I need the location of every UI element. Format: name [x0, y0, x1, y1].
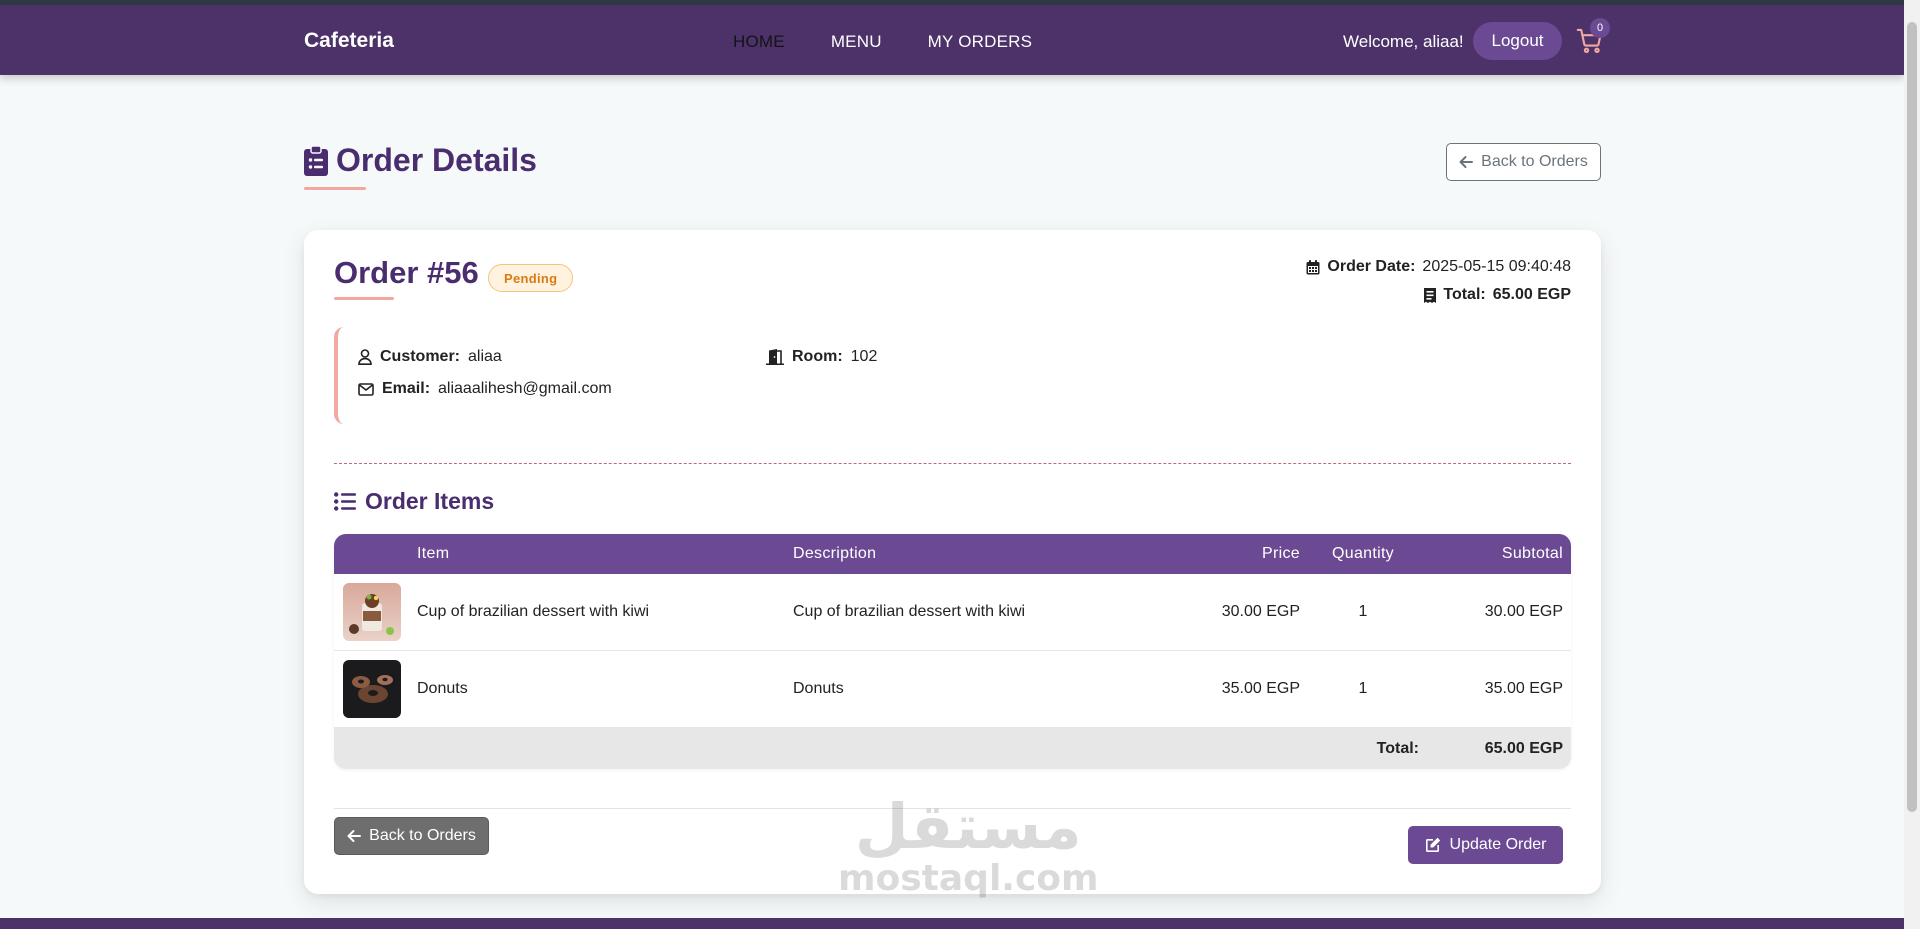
column-header-description: Description: [793, 545, 877, 562]
watermark-arabic: مستقل: [854, 790, 1082, 863]
item-description: Cup of brazilian dessert with kiwi: [793, 603, 1026, 620]
back-to-orders-bottom-button[interactable]: Back to Orders: [334, 817, 489, 855]
footer: [0, 918, 1904, 929]
order-number: Order #56: [334, 255, 479, 290]
back-to-orders-bottom-label: Back to Orders: [369, 827, 476, 844]
room-label: Room:: [792, 348, 843, 365]
item-name: Donuts: [417, 680, 468, 697]
page-header: Order Details: [304, 142, 537, 179]
back-to-orders-label: Back to Orders: [1481, 153, 1588, 170]
email-row: Email: aliaaalihesh@gmail.com: [358, 380, 612, 398]
calendar-icon: [1306, 259, 1320, 274]
item-price: 35.00 EGP: [1221, 680, 1300, 697]
section-divider: [334, 463, 1571, 464]
room-row: Room: 102: [766, 348, 877, 366]
back-to-orders-button[interactable]: Back to Orders: [1446, 143, 1601, 181]
column-header-quantity: Quantity: [1332, 545, 1394, 562]
nav-menu[interactable]: MENU: [831, 32, 882, 52]
order-date-row: Order Date: 2025-05-15 09:40:48: [1306, 253, 1571, 281]
arrow-left-icon: [347, 830, 362, 842]
clipboard-list-icon: [304, 145, 328, 176]
scrollbar[interactable]: [1904, 0, 1920, 929]
arrow-left-icon: [1459, 156, 1474, 168]
title-underline: [304, 187, 366, 190]
update-order-label: Update Order: [1449, 836, 1547, 853]
order-date-value: 2025-05-15 09:40:48: [1422, 258, 1571, 275]
order-meta: Order Date: 2025-05-15 09:40:48 Total: 6…: [1306, 253, 1571, 309]
list-icon: [334, 492, 356, 511]
brand-logo[interactable]: Cafeteria: [304, 29, 394, 53]
update-order-button[interactable]: Update Order: [1408, 826, 1563, 864]
table-row: Donuts Donuts 35.00 EGP 1 35.00 EGP: [334, 651, 1571, 728]
nav-home[interactable]: HOME: [733, 32, 785, 52]
column-header-price: Price: [1262, 545, 1300, 562]
email-value: aliaaalihesh@gmail.com: [438, 380, 612, 397]
item-quantity: 1: [1358, 680, 1368, 697]
item-subtotal: 30.00 EGP: [1484, 603, 1563, 620]
item-subtotal: 35.00 EGP: [1484, 680, 1563, 697]
order-total-row: Total: 65.00 EGP: [1306, 281, 1571, 309]
door-open-icon: [766, 349, 784, 365]
table-row: Cup of brazilian dessert with kiwi Cup o…: [334, 574, 1571, 651]
logout-button[interactable]: Logout: [1473, 22, 1562, 60]
watermark-latin: mostaql.com: [838, 858, 1099, 899]
item-description: Donuts: [793, 680, 844, 697]
dessert-product-image: [343, 583, 401, 641]
customer-label: Customer:: [380, 348, 461, 365]
item-price: 30.00 EGP: [1221, 603, 1300, 620]
table-total-row: Total: 65.00 EGP: [334, 728, 1571, 769]
column-header-subtotal: Subtotal: [1501, 545, 1563, 562]
navbar: Cafeteria HOME MENU MY ORDERS Welcome, a…: [0, 5, 1904, 75]
room-value: 102: [850, 348, 878, 365]
status-badge: Pending: [488, 264, 574, 292]
cart-count-badge: 0: [1590, 18, 1610, 38]
table-total-label: Total:: [1376, 740, 1419, 757]
envelope-icon: [358, 382, 374, 396]
welcome-text: Welcome, aliaa!: [1343, 32, 1464, 51]
order-total-label: Total:: [1443, 286, 1486, 303]
receipt-icon: [1424, 287, 1437, 303]
mostaql-watermark: مستقل mostaql.com: [838, 795, 1099, 899]
email-label: Email:: [382, 380, 431, 397]
column-header-item: Item: [417, 545, 450, 562]
page-title: Order Details: [336, 142, 537, 178]
order-items-table: Item Description Price Quantity Subtotal: [334, 534, 1571, 769]
order-items-title: Order Items: [365, 488, 495, 514]
order-total-value: 65.00 EGP: [1492, 286, 1571, 303]
item-name: Cup of brazilian dessert with kiwi: [417, 603, 650, 620]
customer-info: Customer: aliaa Email: aliaaalihesh@gmai…: [334, 327, 1014, 424]
nav-my-orders[interactable]: MY ORDERS: [928, 32, 1032, 52]
item-quantity: 1: [1358, 603, 1368, 620]
order-items-heading: Order Items: [334, 488, 494, 515]
customer-value: aliaa: [468, 348, 502, 365]
table-total-value: 65.00 EGP: [1484, 740, 1563, 757]
customer-row: Customer: aliaa: [358, 348, 502, 366]
edit-icon: [1425, 837, 1440, 852]
scrollbar-thumb[interactable]: [1907, 22, 1917, 812]
user-icon: [358, 349, 372, 365]
order-date-label: Order Date:: [1327, 258, 1416, 275]
order-underline: [334, 297, 394, 300]
table-header: Item Description Price Quantity Subtotal: [334, 534, 1571, 574]
donuts-product-image: [343, 660, 401, 718]
nav-links: HOME MENU MY ORDERS: [733, 32, 1032, 52]
